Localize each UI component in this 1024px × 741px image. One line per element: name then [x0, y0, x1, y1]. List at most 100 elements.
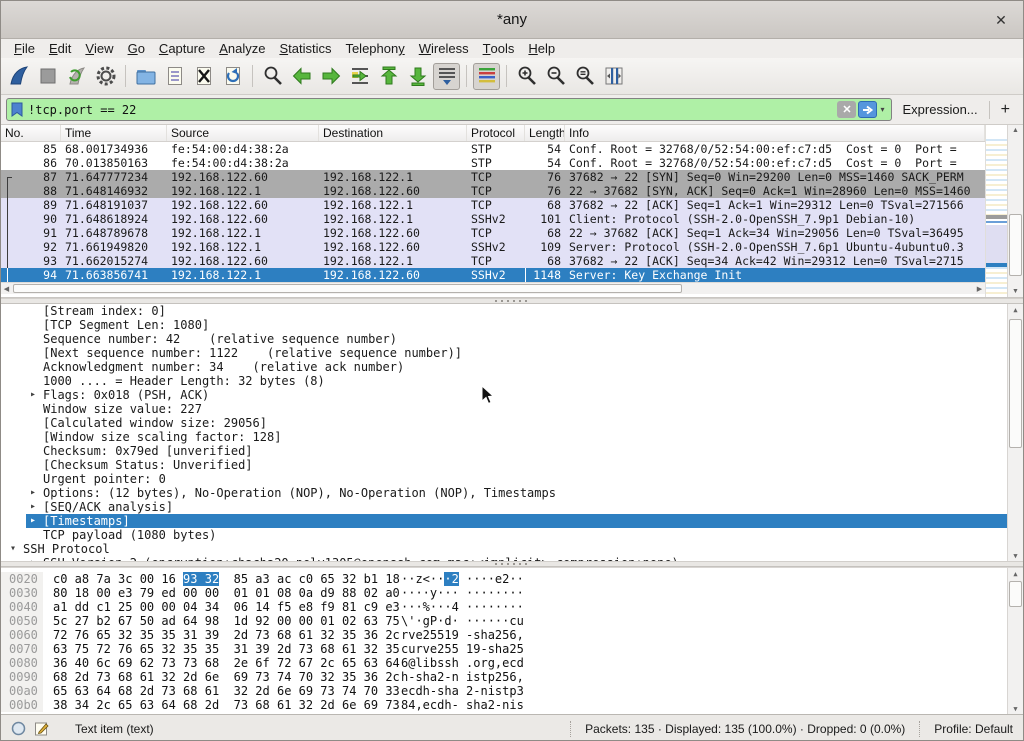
detail-line[interactable]: Window size value: 227	[1, 402, 1023, 416]
close-window-button[interactable]: ✕	[991, 10, 1011, 30]
capture-comment-icon[interactable]	[34, 721, 49, 736]
column-header-source[interactable]: Source	[167, 125, 319, 141]
find-packet-icon[interactable]	[259, 63, 286, 90]
column-header-destination[interactable]: Destination	[319, 125, 467, 141]
zoom-reset-icon[interactable]	[571, 63, 598, 90]
detail-line[interactable]: Acknowledgment number: 34 (relative ack …	[1, 360, 1023, 374]
menu-wireless[interactable]: Wireless	[412, 39, 476, 58]
menu-edit[interactable]: Edit	[42, 39, 78, 58]
detail-line-expandable[interactable]: ▸Flags: 0x018 (PSH, ACK)	[1, 388, 1023, 402]
scroll-up-icon[interactable]: ▲	[1008, 304, 1023, 315]
menu-help[interactable]: Help	[521, 39, 562, 58]
packet-row[interactable]: 8871.648146932192.168.122.1192.168.122.6…	[1, 184, 985, 198]
close-file-icon[interactable]	[190, 63, 217, 90]
column-header-no[interactable]: No.	[1, 125, 61, 141]
detail-line[interactable]: Sequence number: 42 (relative sequence n…	[1, 332, 1023, 346]
vscroll-thumb[interactable]	[1009, 581, 1022, 607]
detail-vscrollbar[interactable]: ▲ ▼	[1007, 304, 1023, 561]
go-last-packet-icon[interactable]	[404, 63, 431, 90]
packet-row[interactable]: 8771.647777234192.168.122.60192.168.122.…	[1, 170, 985, 184]
detail-line[interactable]: Urgent pointer: 0	[1, 472, 1023, 486]
filter-clear-button[interactable]: ✕	[837, 101, 856, 118]
stop-capture-icon[interactable]	[34, 63, 61, 90]
hex-row[interactable]: 003080 18 00 e3 79 ed 00 00 01 01 08 0a …	[1, 586, 1023, 600]
column-header-time[interactable]: Time	[61, 125, 167, 141]
scroll-down-icon[interactable]: ▼	[1008, 286, 1023, 297]
go-forward-icon[interactable]	[317, 63, 344, 90]
vscroll-thumb[interactable]	[1009, 214, 1022, 276]
restart-capture-icon[interactable]	[63, 63, 90, 90]
filter-text[interactable]: !tcp.port == 22	[28, 103, 835, 117]
detail-line[interactable]: Checksum: 0x79ed [unverified]	[1, 444, 1023, 458]
expression-button[interactable]: Expression...	[899, 102, 982, 117]
packet-minimap[interactable]	[985, 125, 1007, 297]
menu-telephony[interactable]: Telephony	[338, 39, 411, 58]
detail-line-expandable[interactable]: ▸SSH Version 2 (encryption:chacha20-poly…	[1, 556, 1023, 561]
scroll-left-icon[interactable]: ◀	[1, 283, 12, 294]
packet-row[interactable]: 9171.648789678192.168.122.1192.168.122.6…	[1, 226, 985, 240]
packet-list-hscrollbar[interactable]: ◀ ▶	[1, 282, 985, 294]
hex-row[interactable]: 00505c 27 b2 67 50 ad 64 98 1d 92 00 00 …	[1, 614, 1023, 628]
hex-row[interactable]: 00b038 34 2c 65 63 64 68 2d 73 68 61 32 …	[1, 698, 1023, 712]
packet-row-selected[interactable]: 9471.663856741192.168.122.1192.168.122.6…	[1, 268, 985, 282]
hex-vscrollbar[interactable]: ▲ ▼	[1007, 568, 1023, 714]
menu-tools[interactable]: Tools	[476, 39, 522, 58]
reload-file-icon[interactable]	[219, 63, 246, 90]
resize-columns-icon[interactable]	[600, 63, 627, 90]
zoom-in-icon[interactable]	[513, 63, 540, 90]
detail-line-expandable[interactable]: ▸Options: (12 bytes), No-Operation (NOP)…	[1, 486, 1023, 500]
packet-row[interactable]: 9271.661949820192.168.122.1192.168.122.6…	[1, 240, 985, 254]
hex-row[interactable]: 008036 40 6c 69 62 73 73 68 2e 6f 72 67 …	[1, 656, 1023, 670]
hex-row[interactable]: 006072 76 65 32 35 35 31 39 2d 73 68 61 …	[1, 628, 1023, 642]
scroll-down-icon[interactable]: ▼	[1008, 550, 1023, 561]
detail-line[interactable]: [Window size scaling factor: 128]	[1, 430, 1023, 444]
scroll-up-icon[interactable]: ▲	[1008, 568, 1023, 579]
column-header-protocol[interactable]: Protocol	[467, 125, 525, 141]
start-capture-icon[interactable]	[5, 63, 32, 90]
detail-line[interactable]: TCP payload (1080 bytes)	[1, 528, 1023, 542]
menu-view[interactable]: View	[78, 39, 120, 58]
menu-file[interactable]: File	[7, 39, 42, 58]
detail-line-expandable[interactable]: ▸[SEQ/ACK analysis]	[1, 500, 1023, 514]
expert-info-icon[interactable]	[11, 721, 26, 736]
hex-row[interactable]: 007063 75 72 76 65 32 35 35 31 39 2d 73 …	[1, 642, 1023, 656]
detail-line[interactable]: [Stream index: 0]	[1, 304, 1023, 318]
packet-row[interactable]: 8670.013850163fe:54:00:d4:38:2aSTP54Conf…	[1, 156, 985, 170]
scroll-down-icon[interactable]: ▼	[1008, 703, 1023, 714]
detail-line[interactable]: [Calculated window size: 29056]	[1, 416, 1023, 430]
display-filter-input[interactable]: !tcp.port == 22 ✕ ▾	[6, 98, 892, 121]
status-profile[interactable]: Profile: Default	[934, 722, 1013, 736]
vscroll-thumb[interactable]	[1009, 319, 1022, 448]
detail-line-selected[interactable]: ▸[Timestamps]	[26, 514, 1023, 528]
menu-go[interactable]: Go	[121, 39, 152, 58]
menu-statistics[interactable]: Statistics	[272, 39, 338, 58]
filter-history-dropdown[interactable]: ▾	[880, 105, 884, 114]
packet-row[interactable]: 8568.001734936fe:54:00:d4:38:2aSTP54Conf…	[1, 142, 985, 156]
detail-line[interactable]: [Checksum Status: Unverified]	[1, 458, 1023, 472]
detail-line[interactable]: 1000 .... = Header Length: 32 bytes (8)	[1, 374, 1023, 388]
go-first-packet-icon[interactable]	[375, 63, 402, 90]
go-back-icon[interactable]	[288, 63, 315, 90]
auto-scroll-icon[interactable]	[433, 63, 460, 90]
filter-bookmark-icon[interactable]	[11, 102, 23, 117]
hex-row[interactable]: 009068 2d 73 68 61 32 2d 6e 69 73 74 70 …	[1, 670, 1023, 684]
go-to-packet-icon[interactable]	[346, 63, 373, 90]
hex-row[interactable]: 00a065 63 64 68 2d 73 68 61 32 2d 6e 69 …	[1, 684, 1023, 698]
scroll-up-icon[interactable]: ▲	[1008, 125, 1023, 136]
column-header-info[interactable]: Info	[565, 125, 985, 141]
packet-row[interactable]: 9071.648618924192.168.122.60192.168.122.…	[1, 212, 985, 226]
detail-line[interactable]: [TCP Segment Len: 1080]	[1, 318, 1023, 332]
zoom-out-icon[interactable]	[542, 63, 569, 90]
hex-row[interactable]: 0040a1 dd c1 25 00 00 04 34 06 14 f5 e8 …	[1, 600, 1023, 614]
menu-analyze[interactable]: Analyze	[212, 39, 272, 58]
menu-capture[interactable]: Capture	[152, 39, 212, 58]
detail-line[interactable]: [Next sequence number: 1122 (relative se…	[1, 346, 1023, 360]
hex-row[interactable]: 0020c0 a8 7a 3c 00 16 93 32 85 a3 ac c0 …	[1, 572, 1023, 586]
detail-line-expandable[interactable]: ▾SSH Protocol	[1, 542, 1023, 556]
packet-row[interactable]: 8971.648191037192.168.122.60192.168.122.…	[1, 198, 985, 212]
open-file-icon[interactable]	[132, 63, 159, 90]
column-header-length[interactable]: Length	[525, 125, 565, 141]
packet-row[interactable]: 9371.662015274192.168.122.60192.168.122.…	[1, 254, 985, 268]
capture-options-icon[interactable]	[92, 63, 119, 90]
scroll-right-icon[interactable]: ▶	[974, 283, 985, 294]
